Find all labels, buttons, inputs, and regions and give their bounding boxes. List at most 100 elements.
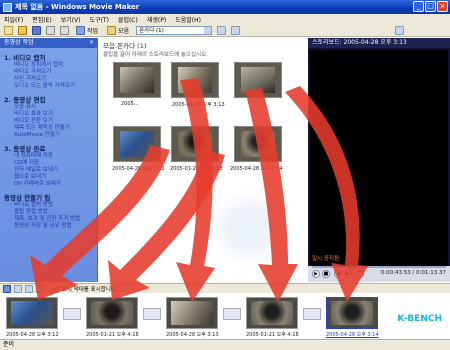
menu-tools[interactable]: 도구(T)	[90, 15, 109, 24]
task-group-title[interactable]: 2. 동영상 편집	[4, 94, 93, 104]
task-link[interactable]: 제목 또는 제작진 만들기	[4, 125, 93, 132]
clip-caption: 2005-04-28 오후 3:14	[230, 166, 283, 172]
play-icon[interactable]: ▶	[312, 270, 320, 278]
task-link[interactable]: 클립 편집 방법	[4, 209, 93, 216]
storyboard-clip[interactable]	[86, 297, 138, 329]
close-icon[interactable]: ×	[89, 38, 94, 48]
collection-select-value: 폰카다 (1)	[139, 27, 164, 34]
app-icon	[3, 2, 12, 12]
menu-bar: 파일(F) 편집(E) 보기(V) 도구(T) 클립(C) 재생(P) 도움말(…	[0, 14, 450, 24]
storyboard-clip[interactable]	[246, 297, 298, 329]
minimize-button[interactable]: _	[413, 1, 424, 12]
movie-maker-watermark	[209, 188, 289, 268]
clip-thumbnail[interactable]	[113, 126, 161, 162]
new-project-icon[interactable]	[4, 25, 13, 35]
menu-help[interactable]: 도움말(H)	[175, 15, 201, 24]
clip-thumbnail[interactable]	[113, 62, 161, 98]
clip-thumbnail[interactable]	[234, 62, 282, 98]
open-folder-icon[interactable]	[18, 25, 27, 35]
menu-edit[interactable]: 편집(E)	[32, 15, 52, 24]
tasks-pane: 동영상 작업 × 1. 비디오 캡처 비디오 장치에서 캡처 비디오 가져오기 …	[0, 38, 98, 282]
task-group-tips: 동영상 만들기 팁 비디오 캡처 방법 클립 편집 방법 제목, 효과 및 전환…	[4, 192, 93, 230]
task-link[interactable]: 오디오 또는 음악 가져오기	[4, 83, 93, 90]
redo-icon[interactable]	[60, 25, 69, 35]
task-group-capture: 1. 비디오 캡처 비디오 장치에서 캡처 비디오 가져오기 사진 가져오기 오…	[4, 52, 93, 90]
kbench-watermark: K-BENCH	[397, 314, 442, 324]
collection-pane: 모음:폰카다 (1) 클립을 끌어 아래의 스토리보드에 놓으십시오. 2005…	[99, 38, 307, 282]
clip-caption: 2005-01-21 오후 4:18	[170, 166, 223, 172]
clip-caption: 2005-04-28 오후 3:12	[112, 166, 165, 172]
transition-slot[interactable]	[303, 308, 321, 320]
audio-levels-icon[interactable]	[14, 284, 22, 293]
fullscreen-icon[interactable]: □	[356, 270, 364, 278]
collections-icon	[107, 25, 117, 35]
task-link[interactable]: 내 컴퓨터에 저장	[4, 153, 93, 160]
tasks-header-title: 동영상 작업	[4, 39, 34, 46]
task-link[interactable]: CD에 저장	[4, 160, 93, 167]
task-link[interactable]: 비디오 효과 보기	[4, 111, 93, 118]
clip-thumbnail[interactable]	[171, 126, 219, 162]
storyboard-clip-caption: 2005-04-28 오후 3:12	[6, 332, 59, 338]
show-timeline-toggle[interactable]: 시간 표시 막대를 표시합니다.	[50, 285, 118, 293]
collections-button[interactable]: 모음	[105, 25, 131, 35]
task-link[interactable]: 웹으로 보내기	[4, 174, 93, 181]
storyboard-clip-caption: 2005-04-28 오후 3:13	[166, 332, 219, 338]
task-link[interactable]: DV 카메라로 보내기	[4, 181, 93, 188]
task-link[interactable]: 동영상 저장 및 공유 방법	[4, 223, 93, 230]
menu-play[interactable]: 재생(P)	[147, 15, 166, 24]
stop-icon[interactable]: ■	[322, 270, 330, 278]
next-frame-icon[interactable]: ▶	[344, 270, 352, 278]
task-link[interactable]: 비디오 캡처 방법	[4, 202, 93, 209]
preview-screen[interactable]	[310, 50, 448, 266]
task-link[interactable]: 비디오 가져오기	[4, 69, 93, 76]
undo-icon[interactable]	[46, 25, 55, 35]
status-text: 준비	[3, 341, 15, 348]
window-controls: _ □ ×	[413, 1, 448, 12]
toolbar: 작업 모음 폰카다 (1)	[0, 24, 450, 37]
task-link[interactable]: 비디오 장치에서 캡처	[4, 62, 93, 69]
status-bar: 준비	[0, 339, 450, 350]
title-bar: 제목 없음 - Windows Movie Maker _ □ ×	[0, 0, 450, 14]
transition-slot[interactable]	[143, 308, 161, 320]
task-link[interactable]: AutoMovie 만들기	[4, 132, 93, 139]
task-link[interactable]: 모음 표시	[4, 104, 93, 111]
previous-frame-icon[interactable]: ◀	[334, 270, 342, 278]
transition-slot[interactable]	[223, 308, 241, 320]
up-folder-icon[interactable]	[217, 25, 227, 35]
task-link[interactable]: 비디오 전환 보기	[4, 118, 93, 125]
collections-button-label: 모음	[118, 27, 130, 35]
menu-file[interactable]: 파일(F)	[4, 15, 23, 24]
task-group-title[interactable]: 3. 동영상 완료	[4, 143, 93, 153]
task-link[interactable]: 사진 가져오기	[4, 76, 93, 83]
chevron-down-icon	[204, 26, 212, 34]
storyboard-clip[interactable]	[6, 297, 58, 329]
view-options-icon[interactable]	[395, 25, 405, 35]
menu-clip[interactable]: 클립(C)	[118, 15, 138, 24]
storyboard-clip-selected[interactable]	[326, 297, 378, 329]
tasks-button[interactable]: 작업	[74, 25, 100, 35]
task-group-title[interactable]: 동영상 만들기 팁	[4, 192, 93, 202]
rewind-icon[interactable]	[25, 284, 33, 293]
storyboard-clip-caption: 2005-01-21 오후 4:18	[86, 332, 139, 338]
task-link[interactable]: 전자 메일로 보내기	[4, 167, 93, 174]
timecode: 0:00:43.53 / 0:01:13.37	[380, 270, 446, 276]
tasks-header: 동영상 작업 ×	[0, 38, 97, 48]
task-link[interactable]: 제목, 효과 및 전환 추가 방법	[4, 216, 93, 223]
storyboard-clip-caption: 2005-01-21 오후 4:18	[246, 332, 299, 338]
transition-slot[interactable]	[63, 308, 81, 320]
clip-thumbnail[interactable]	[234, 126, 282, 162]
seek-bar[interactable]	[312, 266, 446, 268]
maximize-button[interactable]: □	[425, 1, 436, 12]
clip-thumbnail[interactable]	[171, 62, 219, 98]
collection-select[interactable]: 폰카다 (1)	[136, 25, 213, 35]
play-storyboard-icon[interactable]	[36, 284, 44, 293]
task-group-title[interactable]: 1. 비디오 캡처	[4, 52, 93, 62]
new-folder-icon[interactable]	[231, 25, 241, 35]
close-button[interactable]: ×	[437, 1, 448, 12]
storyboard-clip[interactable]	[166, 297, 218, 329]
menu-view[interactable]: 보기(V)	[61, 15, 81, 24]
storyboard: 2005-04-28 오후 3:12 2005-01-21 오후 4:18 20…	[0, 293, 450, 339]
narrate-icon[interactable]	[3, 284, 11, 293]
save-icon[interactable]	[32, 25, 41, 35]
storyboard-clip-caption: 2005-04-28 오후 3:14	[326, 332, 379, 338]
